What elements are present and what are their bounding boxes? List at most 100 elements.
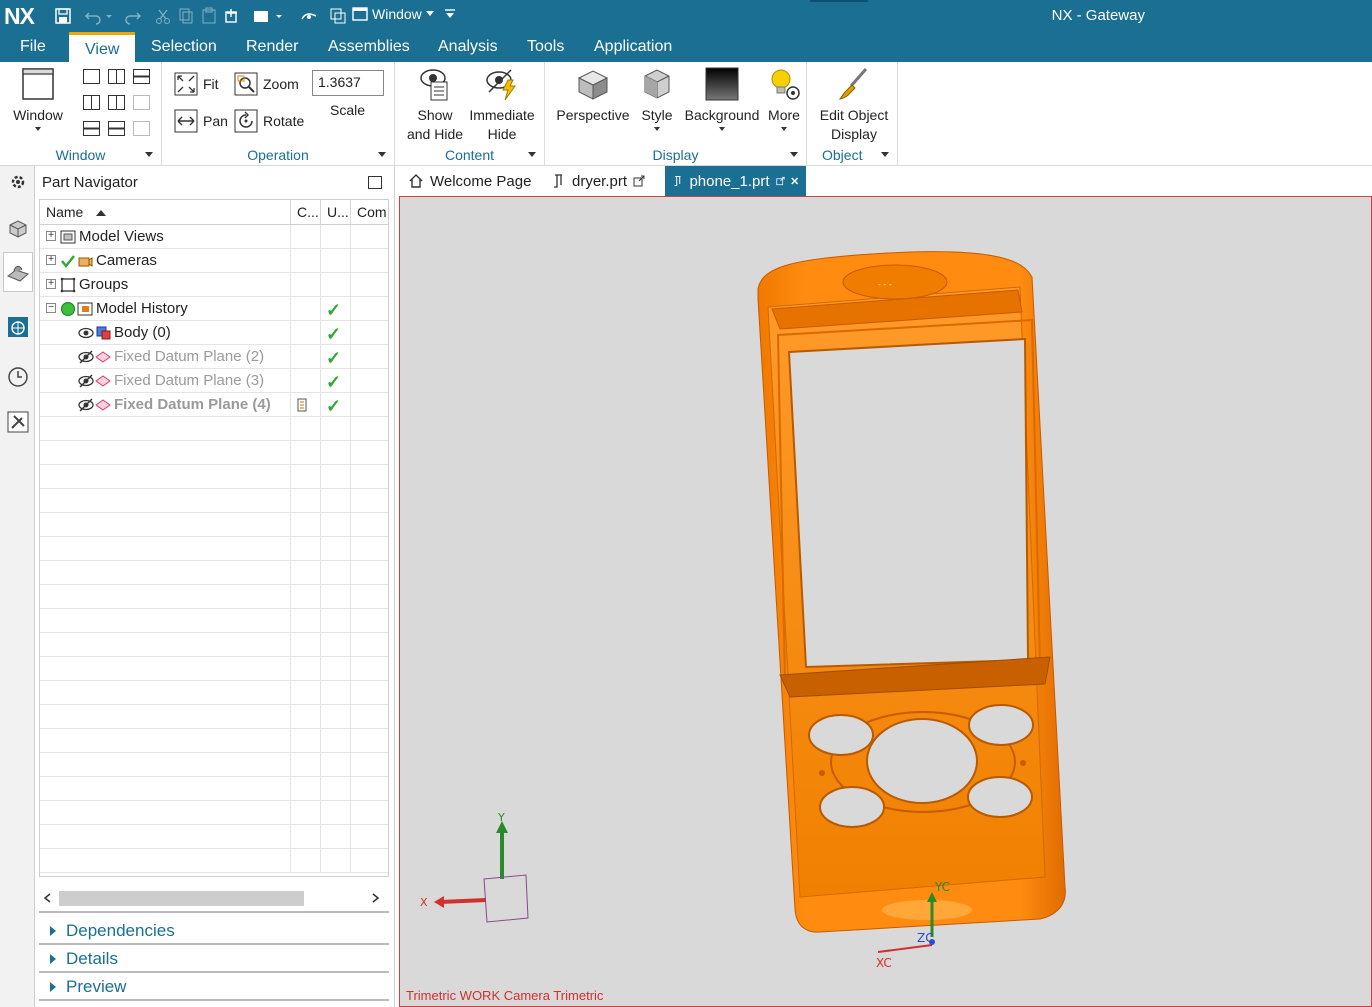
details-panel-header[interactable]: Details — [39, 946, 389, 972]
layout-two-horizontal-icon[interactable] — [133, 69, 150, 84]
rotate-icon — [234, 109, 258, 133]
redo-icon[interactable] — [123, 6, 143, 26]
layout-three-right-icon[interactable] — [108, 95, 125, 110]
column-header-comment[interactable]: Com — [351, 200, 388, 224]
undo-dropdown-icon[interactable] — [103, 6, 115, 26]
scrollbar-thumb[interactable] — [59, 891, 304, 906]
touch-mode-icon[interactable] — [299, 6, 319, 26]
layout-two-vertical-icon[interactable] — [108, 69, 125, 84]
dependencies-panel-header[interactable]: Dependencies — [39, 918, 389, 944]
menu-assemblies[interactable]: Assemblies — [328, 38, 410, 56]
rotate-button[interactable]: Rotate — [234, 109, 304, 133]
tree-item-label: Fixed Datum Plane (4) — [114, 396, 271, 413]
window-style-icon[interactable] — [251, 6, 271, 26]
background-button[interactable]: Background — [682, 66, 762, 131]
perspective-button[interactable]: Perspective — [555, 66, 631, 125]
paste-icon[interactable] — [199, 6, 219, 26]
more-button[interactable]: More — [764, 66, 804, 131]
group-dropdown-icon[interactable] — [378, 152, 386, 157]
menu-application[interactable]: Application — [594, 38, 672, 56]
model-view-canvas[interactable]: - - - YC ZC XC Y X — [400, 197, 1371, 1006]
scroll-right-icon[interactable] — [372, 893, 380, 903]
collapse-icon[interactable]: − — [46, 303, 56, 313]
settings-gear-icon[interactable] — [4, 168, 31, 195]
window-menu-label: Window — [372, 6, 422, 22]
scroll-left-icon[interactable] — [43, 893, 51, 903]
cut-icon[interactable] — [153, 6, 173, 26]
tree-row-body[interactable]: Body (0) ✓ — [40, 321, 388, 345]
close-icon[interactable] — [790, 176, 798, 186]
switch-window-icon[interactable] — [328, 6, 348, 26]
phone-shell-model[interactable]: - - - — [757, 251, 1066, 933]
expand-icon[interactable]: + — [46, 255, 56, 265]
empty-row — [40, 753, 388, 777]
tree-row-model-views[interactable]: + Model Views — [40, 225, 388, 249]
undock-icon[interactable] — [775, 175, 785, 187]
maximize-icon[interactable] — [368, 176, 382, 189]
group-dropdown-icon[interactable] — [881, 152, 889, 157]
horizontal-scrollbar[interactable] — [39, 888, 389, 908]
window-menu[interactable]: Window — [352, 6, 456, 22]
show-and-hide-button[interactable]: Show and Hide — [405, 66, 465, 144]
immediate-hide-button[interactable]: Immediate Hide — [467, 66, 537, 144]
customize-qat-icon[interactable] — [444, 8, 456, 20]
undo-icon[interactable] — [83, 6, 103, 26]
window-style-dropdown-icon[interactable] — [273, 6, 285, 26]
tools-icon[interactable] — [4, 408, 31, 435]
column-header-u[interactable]: U... — [321, 200, 351, 224]
groups-icon — [60, 277, 76, 293]
fit-button[interactable]: Fit — [174, 72, 219, 96]
menu-render[interactable]: Render — [246, 38, 298, 56]
column-header-c[interactable]: C... — [291, 200, 321, 224]
empty-row — [40, 513, 388, 537]
eye-hidden-icon — [78, 350, 94, 364]
tree-row-datum-plane-4[interactable]: Fixed Datum Plane (4) ✓ — [40, 393, 388, 417]
layout-three-top-icon[interactable] — [83, 121, 100, 136]
layout-three-left-icon[interactable] — [83, 95, 100, 110]
scale-input[interactable]: 1.3637 — [312, 70, 384, 96]
view-orientation-label: Trimetric WORK Camera Trimetric — [406, 988, 604, 1003]
graphics-viewport[interactable]: - - - YC ZC XC Y X Trimetric WORK Camera… — [399, 196, 1372, 1007]
tree-row-cameras[interactable]: + Cameras — [40, 249, 388, 273]
expand-icon[interactable]: + — [46, 279, 56, 289]
column-header-name[interactable]: Name — [40, 200, 291, 224]
style-button[interactable]: Style — [635, 66, 679, 131]
group-dropdown-icon[interactable] — [790, 152, 798, 157]
history-clock-icon[interactable] — [4, 363, 31, 390]
group-dropdown-icon[interactable] — [528, 152, 536, 157]
tab-phone-1-prt[interactable]: phone_1.prt — [665, 166, 806, 196]
preview-panel-header[interactable]: Preview — [39, 974, 389, 1000]
tab-dryer-prt[interactable]: dryer.prt — [544, 166, 653, 196]
undock-icon[interactable] — [633, 175, 645, 187]
tree-row-model-history[interactable]: − Model History ✓ — [40, 297, 388, 321]
expand-icon[interactable]: + — [46, 231, 56, 241]
zoom-button[interactable]: Zoom — [234, 72, 299, 96]
tree-row-datum-plane-3[interactable]: Fixed Datum Plane (3) ✓ — [40, 369, 388, 393]
menu-file[interactable]: File — [20, 38, 46, 56]
tree-row-groups[interactable]: + Groups — [40, 273, 388, 297]
copy-icon[interactable] — [176, 6, 196, 26]
save-icon[interactable] — [53, 6, 73, 26]
window-button[interactable]: Window — [10, 66, 66, 131]
resource-bar — [0, 166, 35, 1007]
sort-ascending-icon — [96, 210, 107, 216]
menu-analysis[interactable]: Analysis — [438, 38, 498, 56]
assembly-navigator-icon[interactable] — [4, 214, 31, 241]
pan-icon — [174, 109, 198, 133]
layout-single-icon[interactable] — [83, 69, 100, 84]
menu-view[interactable]: View — [69, 32, 136, 62]
layout-six-disabled-icon — [133, 121, 150, 136]
layout-four-icon[interactable] — [108, 121, 125, 136]
menu-tools[interactable]: Tools — [527, 38, 564, 56]
tab-welcome-page[interactable]: Welcome Page — [400, 166, 539, 196]
tree-row-datum-plane-2[interactable]: Fixed Datum Plane (2) ✓ — [40, 345, 388, 369]
pan-button[interactable]: Pan — [174, 109, 228, 133]
zoom-icon — [234, 72, 258, 96]
group-dropdown-icon[interactable] — [145, 152, 153, 157]
edit-object-display-button[interactable]: Edit Object Display — [812, 66, 896, 144]
web-browser-icon[interactable] — [4, 313, 31, 340]
part-navigator-icon[interactable] — [3, 252, 33, 292]
menu-selection[interactable]: Selection — [151, 38, 217, 56]
triad-x-label: X — [420, 896, 428, 909]
repeat-command-icon[interactable] — [222, 6, 242, 26]
